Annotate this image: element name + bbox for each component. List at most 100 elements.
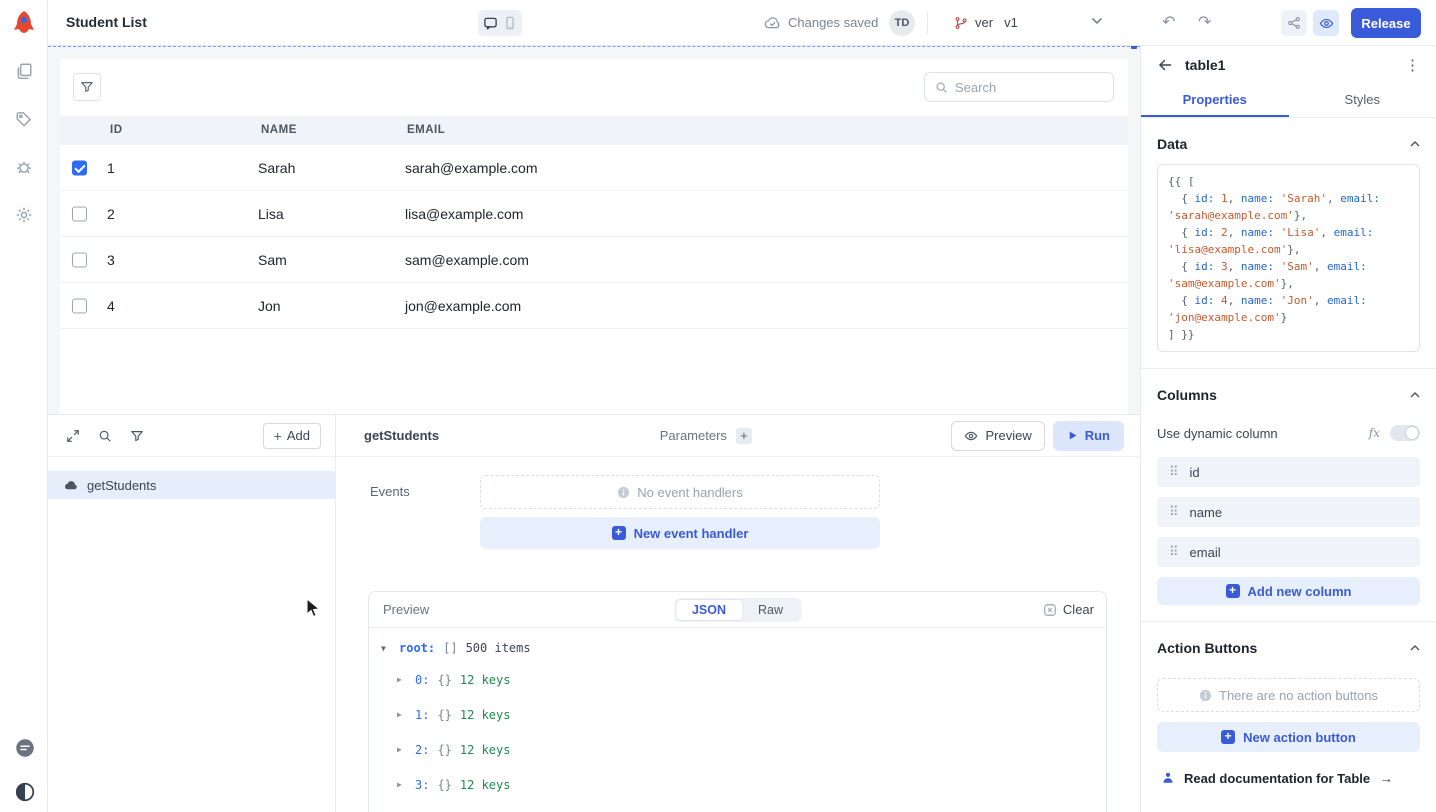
column-item[interactable]: ⠿ id	[1157, 457, 1420, 487]
app-logo-icon[interactable]	[11, 10, 37, 36]
datasource-tag-icon[interactable]	[15, 110, 33, 128]
release-button[interactable]: Release	[1351, 8, 1421, 38]
caret-down-icon[interactable]: ▼	[381, 644, 391, 653]
table-row[interactable]: 2Lisalisa@example.com	[60, 191, 1128, 237]
avatar[interactable]: TD	[889, 10, 915, 36]
fx-icon[interactable]: fx	[1369, 426, 1380, 440]
kebab-menu-icon[interactable]: ⋮	[1405, 56, 1420, 74]
query-run-button[interactable]: Run	[1053, 421, 1124, 451]
table-row[interactable]: 3Samsam@example.com	[60, 237, 1128, 283]
query-filter-icon[interactable]	[130, 429, 144, 443]
add-new-column-button[interactable]: + Add new column	[1157, 577, 1420, 605]
branch-selector[interactable]: ver v1	[954, 0, 1018, 45]
json-tree-children: ▶0:{}12 keys▶1:{}12 keys▶2:{}12 keys▶3:{…	[381, 662, 1094, 802]
drag-handle-icon[interactable]: ⠿	[1169, 464, 1179, 480]
tab-styles[interactable]: Styles	[1289, 84, 1436, 117]
cell-name: Lisa	[258, 206, 284, 222]
editor-mode-toggle[interactable]	[478, 10, 522, 36]
read-docs-link[interactable]: Read documentation for Table →	[1157, 770, 1420, 786]
code-token: ,	[1327, 192, 1340, 205]
table-data-code-editor[interactable]: {{ [ { id: 1, name: 'Sarah', email: 'sar…	[1157, 164, 1420, 352]
response-header: Preview JSON Raw Clear	[369, 592, 1106, 628]
share-button[interactable]	[1281, 10, 1307, 36]
settings-gear-icon[interactable]	[15, 206, 33, 224]
json-tree-root[interactable]: ▼ root: [] 500 items	[381, 634, 1094, 662]
query-search-icon[interactable]	[98, 429, 112, 443]
table-row[interactable]: 1Sarahsarah@example.com	[60, 145, 1128, 191]
table-widget[interactable]: ID NAME EMAIL 1Sarahsarah@example.com2Li…	[60, 59, 1128, 414]
column-item[interactable]: ⠿name	[1157, 497, 1420, 527]
query-preview-button[interactable]: Preview	[951, 421, 1044, 451]
json-tree-node[interactable]: ▶3:{}12 keys	[381, 767, 1094, 802]
collapse-chevron-icon[interactable]	[1410, 141, 1420, 147]
app-preview-button[interactable]	[1313, 10, 1339, 36]
table-search[interactable]	[924, 72, 1114, 102]
caret-right-icon[interactable]: ▶	[397, 780, 407, 789]
code-token: ,	[1314, 294, 1327, 307]
drag-handle-icon[interactable]: ⠿	[1169, 544, 1179, 560]
tab-json[interactable]: JSON	[676, 600, 742, 620]
topbar-divider	[927, 12, 928, 34]
query-list-item[interactable]: getStudents	[48, 471, 335, 499]
info-icon	[617, 486, 630, 499]
collapse-chevron-icon[interactable]	[1410, 392, 1420, 398]
json-tree-node[interactable]: ▶0:{}12 keys	[381, 662, 1094, 697]
table-filter-button[interactable]	[73, 73, 101, 101]
redo-icon[interactable]: ↷	[1198, 0, 1211, 45]
row-checkbox[interactable]	[72, 298, 87, 313]
code-token: id:	[1195, 192, 1215, 205]
new-event-handler-button[interactable]: + New event handler	[480, 517, 880, 549]
column-item[interactable]: ⠿ email	[1157, 537, 1420, 567]
code-token: 'Jon'	[1274, 294, 1314, 307]
pages-icon[interactable]	[15, 62, 33, 80]
node-key: root:	[399, 641, 435, 655]
undo-icon[interactable]: ↶	[1162, 0, 1175, 45]
preview-mode-icon[interactable]	[503, 16, 517, 30]
tab-raw[interactable]: Raw	[742, 600, 799, 620]
collapse-chevron-icon[interactable]	[1410, 645, 1420, 651]
code-token: id:	[1195, 226, 1215, 239]
caret-right-icon[interactable]: ▶	[397, 710, 407, 719]
canvas[interactable]: ID NAME EMAIL 1Sarahsarah@example.com2Li…	[48, 46, 1140, 414]
help-chat-icon[interactable]	[15, 738, 33, 756]
dynamic-column-toggle[interactable]	[1390, 425, 1420, 441]
row-checkbox[interactable]	[72, 206, 87, 221]
read-docs-label: Read documentation for Table	[1184, 771, 1370, 786]
maximize-icon[interactable]	[66, 429, 80, 443]
debug-bug-icon[interactable]	[15, 158, 33, 176]
json-tree-node[interactable]: ▶1:{}12 keys	[381, 697, 1094, 732]
cell-email: sam@example.com	[405, 252, 529, 268]
caret-right-icon[interactable]: ▶	[397, 675, 407, 684]
column-name: id	[1190, 465, 1200, 480]
row-checkbox[interactable]	[72, 252, 87, 267]
table-header: ID NAME EMAIL	[60, 116, 1128, 145]
properties-panel: table1 ⋮ Properties Styles Data {{ [ { i…	[1140, 46, 1436, 812]
table-body: 1Sarahsarah@example.com2Lisalisa@example…	[60, 145, 1128, 329]
column-header-email[interactable]: EMAIL	[407, 116, 445, 145]
table-search-input[interactable]	[955, 80, 1095, 95]
back-arrow-icon[interactable]	[1157, 57, 1173, 73]
caret-right-icon[interactable]: ▶	[397, 745, 407, 754]
add-query-label: Add	[287, 428, 310, 443]
code-token: ,	[1320, 226, 1333, 239]
json-tree-node[interactable]: ▶2:{}12 keys	[381, 732, 1094, 767]
table-row[interactable]: 4Jonjon@example.com	[60, 283, 1128, 329]
row-checkbox[interactable]	[72, 160, 87, 175]
add-parameter-button[interactable]: +	[736, 428, 752, 444]
actions-section-title: Action Buttons	[1157, 640, 1257, 656]
canvas-mode-icon[interactable]	[483, 16, 498, 31]
chevron-down-icon[interactable]	[1091, 17, 1103, 25]
column-header-name[interactable]: NAME	[261, 116, 297, 145]
code-token: name:	[1241, 260, 1274, 273]
code-token: {	[1168, 226, 1195, 239]
tab-properties[interactable]: Properties	[1141, 84, 1289, 117]
column-header-id[interactable]: ID	[110, 116, 123, 145]
clear-response-button[interactable]: Clear	[1043, 602, 1094, 617]
arrow-right-icon: →	[1379, 770, 1393, 786]
columns-section-title: Columns	[1157, 387, 1217, 403]
theme-moon-icon[interactable]	[15, 782, 33, 800]
add-query-button[interactable]: + Add	[263, 423, 321, 449]
column-name: email	[1190, 545, 1221, 560]
new-action-button[interactable]: + New action button	[1157, 722, 1420, 752]
drag-handle-icon[interactable]: ⠿	[1169, 504, 1179, 520]
